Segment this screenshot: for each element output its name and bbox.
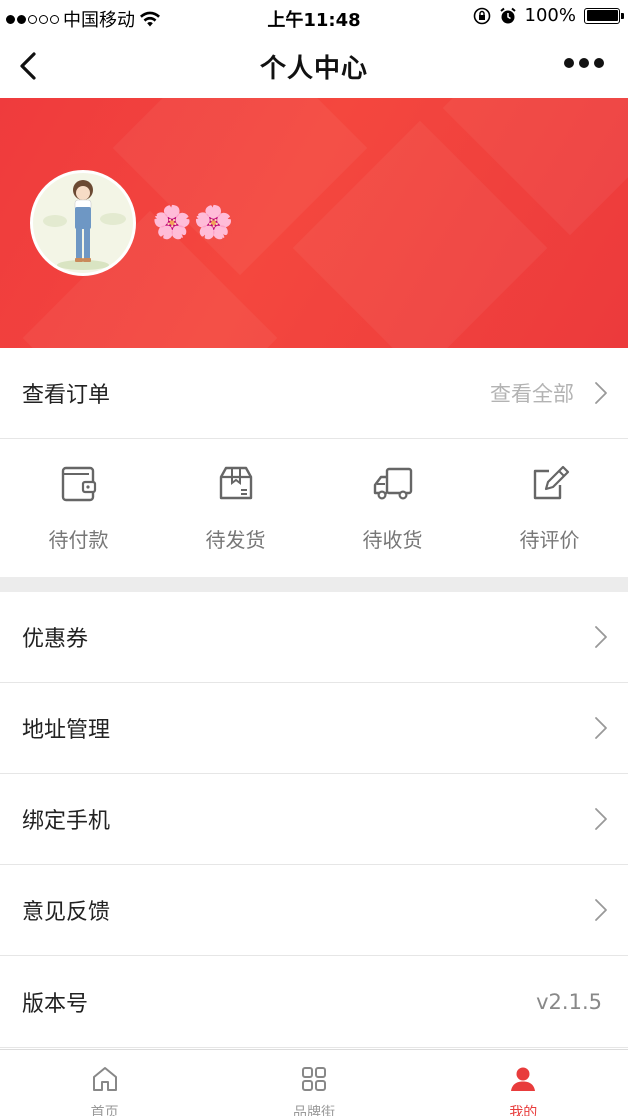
menu-item-address[interactable]: 地址管理 xyxy=(0,683,628,774)
version-row: 版本号 v2.1.5 xyxy=(0,957,628,1048)
home-icon xyxy=(92,1067,117,1091)
tab-mine[interactable]: 我的 xyxy=(419,1050,628,1116)
order-status-label: 待评价 xyxy=(519,528,580,552)
battery-percent: 100% xyxy=(524,5,576,26)
tab-label: 首页 xyxy=(90,1105,119,1116)
user-icon xyxy=(511,1067,536,1091)
more-dots-icon[interactable] xyxy=(564,58,604,68)
chevron-left-icon[interactable] xyxy=(14,50,44,82)
version-value: v2.1.5 xyxy=(536,990,602,1014)
edit-review-icon xyxy=(533,465,569,500)
alarm-icon xyxy=(499,7,516,23)
battery-icon xyxy=(584,7,624,24)
order-status-label: 待收货 xyxy=(362,528,423,552)
chevron-right-icon xyxy=(595,808,607,830)
delivery-truck-icon xyxy=(373,467,412,500)
menu-item-label: 优惠券 xyxy=(22,627,89,652)
menu-item-coupons[interactable]: 优惠券 xyxy=(0,592,628,683)
tab-home[interactable]: 首页 xyxy=(0,1050,209,1116)
chevron-right-icon xyxy=(595,382,607,404)
order-status-label: 待付款 xyxy=(48,528,109,552)
tab-label: 品牌街 xyxy=(292,1105,335,1116)
status-bar: 中国移动 上午11:48 100% xyxy=(0,0,628,34)
orders-label: 查看订单 xyxy=(22,383,111,408)
tab-bar: 首页 品牌街 我的 xyxy=(0,1049,628,1116)
menu-item-feedback[interactable]: 意见反馈 xyxy=(0,865,628,956)
avatar[interactable] xyxy=(30,170,136,276)
order-status-pending-shipment[interactable]: 待发货 xyxy=(157,439,314,577)
tab-label: 我的 xyxy=(509,1105,538,1116)
chevron-right-icon xyxy=(595,899,607,921)
page-title: 个人中心 xyxy=(259,53,368,84)
menu-item-label: 绑定手机 xyxy=(22,809,111,834)
avatar-girl-illustration xyxy=(43,180,126,270)
status-right: 100% xyxy=(473,5,624,26)
nickname: 🌸🌸 xyxy=(152,203,236,241)
version-label: 版本号 xyxy=(22,992,89,1017)
menu-item-label: 意见反馈 xyxy=(22,900,111,925)
lock-rotation-icon xyxy=(473,7,490,24)
grid-icon xyxy=(301,1067,326,1091)
view-all-link[interactable]: 查看全部 xyxy=(490,378,574,408)
menu-item-label: 地址管理 xyxy=(22,718,111,743)
chevron-right-icon xyxy=(595,626,607,648)
wallet-icon xyxy=(61,466,96,502)
chevron-right-icon xyxy=(595,717,607,739)
order-status-pending-review[interactable]: 待评价 xyxy=(471,439,628,577)
order-status-pending-receipt[interactable]: 待收货 xyxy=(314,439,471,577)
section-divider xyxy=(0,577,628,592)
order-status-grid: 待付款 待发货 待收货 待评价 xyxy=(0,439,628,577)
order-status-label: 待发货 xyxy=(205,528,266,552)
order-status-pending-payment[interactable]: 待付款 xyxy=(0,439,157,577)
menu-item-bind-phone[interactable]: 绑定手机 xyxy=(0,774,628,865)
tab-brand-street[interactable]: 品牌街 xyxy=(209,1050,418,1116)
package-box-icon xyxy=(219,466,252,500)
nav-bar: 个人中心 xyxy=(0,34,628,98)
profile-banner: 🌸🌸 xyxy=(0,98,628,348)
view-orders-row[interactable]: 查看订单 查看全部 xyxy=(0,348,628,439)
